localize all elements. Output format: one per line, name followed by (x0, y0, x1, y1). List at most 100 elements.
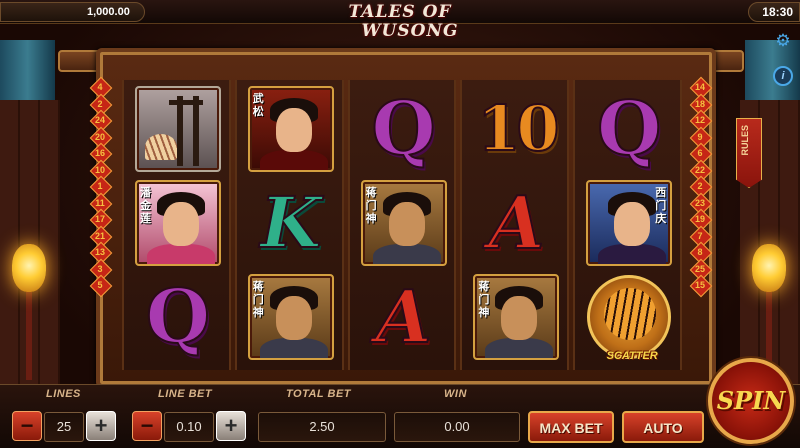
reel-cell: A (466, 178, 566, 268)
reel-5: Q 西门庆 SCATTER (573, 80, 682, 370)
payline-marker: 5 (90, 278, 110, 294)
line-bet-increase-button[interactable]: + (216, 411, 246, 441)
lines-label: LINES (46, 388, 81, 400)
reel-cell: 武松 (241, 84, 341, 174)
clock: 18:30 (748, 2, 800, 22)
rules-button[interactable]: RULES (736, 118, 762, 188)
total-bet-label: TOTAL BET (286, 388, 351, 400)
reel-cell: Q (354, 84, 454, 174)
paylines-left: 4 2 24 20 16 10 1 11 17 21 13 3 5 (90, 80, 110, 294)
symbol-q: Q (370, 86, 436, 172)
portrait-name: 西门庆 (655, 186, 667, 225)
symbol-portrait-ximen: 西门庆 (586, 180, 673, 266)
reel-cell: A (354, 272, 454, 362)
win-label: WIN (444, 388, 467, 400)
reel-3: Q 蒋门神 A (347, 80, 457, 370)
game-scene: 1,000.00 18:30 TALES OF WUSONG ⚙ i RULES… (0, 0, 800, 448)
symbol-portrait-doorgod: 蒋门神 (360, 180, 447, 266)
payline-number: 22 (694, 164, 705, 175)
symbol-portrait-weapon (135, 86, 221, 172)
reel-cell: Q (128, 272, 228, 362)
gear-icon[interactable]: ⚙ (774, 32, 792, 50)
symbol-k: K (259, 181, 322, 264)
lines-decrease-button[interactable]: − (12, 411, 42, 441)
payline-number: 20 (94, 131, 105, 142)
symbol-ten: 10 (476, 92, 560, 165)
symbol-q: Q (145, 274, 211, 360)
auto-button[interactable]: AUTO (622, 411, 704, 443)
line-bet-label: LINE BET (158, 388, 213, 400)
payline-number: 5 (97, 280, 103, 290)
reel-cell: 西门庆 (579, 178, 679, 268)
total-bet-value: 2.50 (258, 412, 386, 442)
scatter-label: SCATTER (606, 350, 658, 362)
logo-line-2: WUSONG (361, 21, 459, 41)
game-logo: TALES OF WUSONG (330, 2, 470, 50)
right-lantern (752, 244, 786, 292)
payline-number: 14 (694, 82, 705, 92)
paylines-right: 14 18 12 9 6 22 2 23 19 7 8 25 15 (690, 80, 710, 294)
portrait-name: 蒋门神 (252, 280, 264, 319)
rules-label: RULES (740, 125, 750, 156)
payline-number: 19 (694, 214, 705, 224)
reel-cell: 潘金莲 (128, 178, 228, 268)
left-lantern-post (26, 290, 32, 380)
reel-cell: 蒋门神 (466, 272, 566, 362)
spin-button[interactable]: SPIN (708, 358, 794, 444)
reel-cell: SCATTER (579, 272, 679, 362)
reel-cell: K (241, 178, 341, 268)
balance-display: 1,000.00 (0, 2, 145, 22)
portrait-name: 武松 (252, 92, 264, 118)
reel-1: 潘金莲 Q (122, 80, 231, 370)
info-icon[interactable]: i (773, 66, 793, 86)
payline-number: 15 (694, 280, 705, 290)
symbol-portrait-wusong: 武松 (247, 86, 334, 172)
reel-cell: 10 (466, 84, 566, 174)
lines-increase-button[interactable]: + (86, 411, 116, 441)
payline-number: 1 (97, 181, 103, 191)
portrait-name: 潘金莲 (140, 186, 151, 225)
symbol-portrait-jinlian: 潘金莲 (135, 180, 221, 266)
symbol-q: Q (596, 86, 662, 172)
reel-2: 武松 K 蒋门神 (234, 80, 344, 370)
payline-number: 7 (697, 230, 703, 241)
payline-number: 3 (97, 263, 103, 274)
symbol-portrait-doorgod: 蒋门神 (473, 274, 560, 360)
payline-number: 4 (97, 82, 103, 92)
logo-line-1: TALES OF (348, 2, 452, 22)
tiger-icon (604, 288, 657, 340)
symbol-a: A (375, 274, 433, 359)
payline-number: 21 (94, 230, 105, 241)
left-lantern (12, 244, 46, 292)
payline-number: 18 (694, 98, 705, 109)
payline-number: 10 (94, 164, 105, 175)
max-bet-button[interactable]: MAX BET (528, 411, 614, 443)
payline-number: 23 (694, 197, 705, 208)
payline-number: 8 (697, 247, 703, 257)
line-bet-decrease-button[interactable]: − (132, 411, 162, 441)
reels: 潘金莲 Q 武松 K 蒋门神 Q 蒋门神 A 10 A 蒋门神 Q 西门庆 SCATTER (122, 80, 682, 370)
payline-number: 24 (94, 115, 105, 125)
payline-number: 11 (95, 197, 105, 208)
payline-number: 16 (94, 148, 105, 158)
reel-cell (128, 84, 228, 174)
reel-4: 10 A 蒋门神 (460, 80, 570, 370)
payline-number: 25 (694, 263, 705, 274)
payline-number: 6 (697, 148, 703, 158)
payline-number: 17 (94, 214, 105, 224)
reel-cell: 蒋门神 (354, 178, 454, 268)
lines-value: 25 (44, 412, 84, 442)
payline-number: 2 (97, 98, 103, 109)
payline-marker: 15 (690, 278, 710, 294)
payline-number: 12 (694, 115, 705, 125)
portrait-name: 蒋门神 (478, 280, 490, 319)
payline-number: 9 (697, 131, 703, 142)
symbol-scatter: SCATTER (587, 275, 672, 362)
reel-cell: 蒋门神 (241, 272, 341, 362)
payline-number: 13 (94, 247, 105, 257)
symbol-portrait-doorgod: 蒋门神 (247, 274, 334, 360)
line-bet-value: 0.10 (164, 412, 214, 442)
reel-cell: Q (579, 84, 679, 174)
win-value: 0.00 (394, 412, 520, 442)
payline-number: 2 (697, 181, 703, 191)
